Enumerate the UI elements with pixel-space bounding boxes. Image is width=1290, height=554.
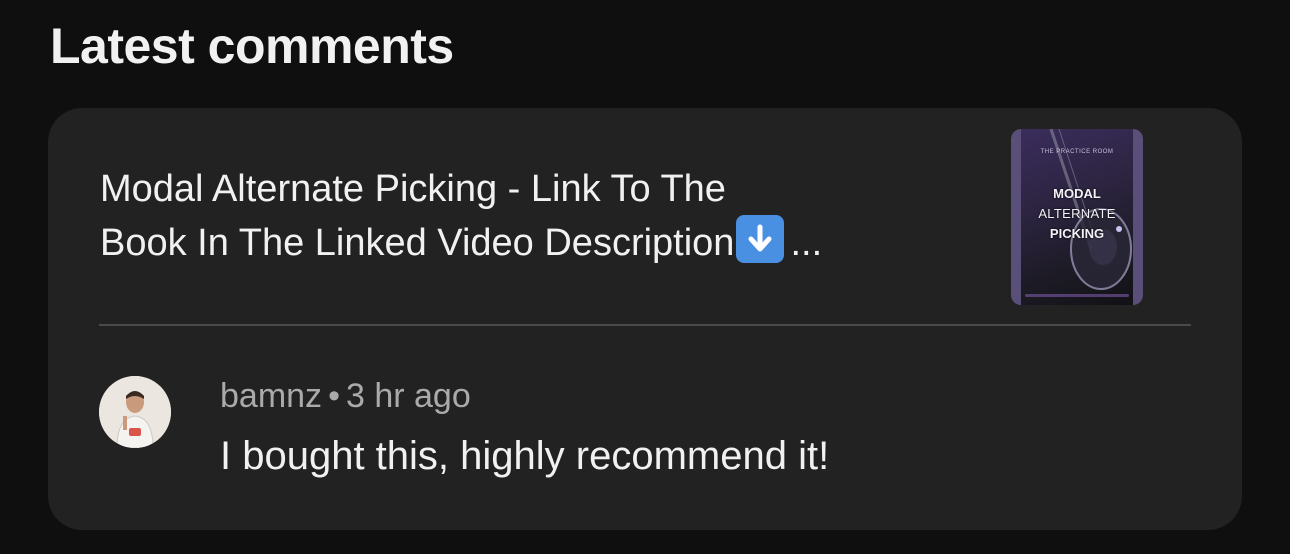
- thumbnail-brand: THE PRACTICE ROOM: [1040, 149, 1114, 155]
- latest-comment-card[interactable]: Modal Alternate Picking - Link To The Bo…: [48, 108, 1242, 530]
- avatar[interactable]: [99, 376, 171, 448]
- video-title-line2: Book In The Linked Video Description...: [100, 215, 940, 269]
- thumbnail-footer: [1025, 294, 1129, 297]
- thumbnail-line2: ALTERNATE: [1038, 206, 1116, 221]
- video-thumbnail[interactable]: THE PRACTICE ROOM MODAL ALTERNATE PICKIN…: [1011, 129, 1143, 305]
- comment-time: 3 hr ago: [345, 377, 471, 415]
- comment-author[interactable]: bamnz: [220, 377, 322, 415]
- comment-text: I bought this, highly recommend it!: [220, 434, 830, 478]
- section-title: Latest comments: [50, 18, 454, 74]
- down-arrow-emoji-icon: [736, 215, 785, 263]
- video-title-line1: Modal Alternate Picking - Link To The: [100, 168, 726, 210]
- thumbnail-line1: MODAL: [1053, 186, 1101, 201]
- comment-meta: bamnz • 3 hr ago: [220, 374, 471, 418]
- divider: [99, 324, 1191, 326]
- video-title[interactable]: Modal Alternate Picking - Link To The Bo…: [100, 164, 940, 269]
- user-avatar-icon: [99, 376, 171, 448]
- thumbnail-line3: PICKING: [1049, 226, 1105, 241]
- video-title-ellipsis: ...: [790, 222, 823, 264]
- meta-separator: •: [328, 377, 340, 415]
- thumbnail-artwork: THE PRACTICE ROOM MODAL ALTERNATE PICKIN…: [1021, 129, 1133, 305]
- video-title-line2-text: Book In The Linked Video Description: [100, 222, 735, 264]
